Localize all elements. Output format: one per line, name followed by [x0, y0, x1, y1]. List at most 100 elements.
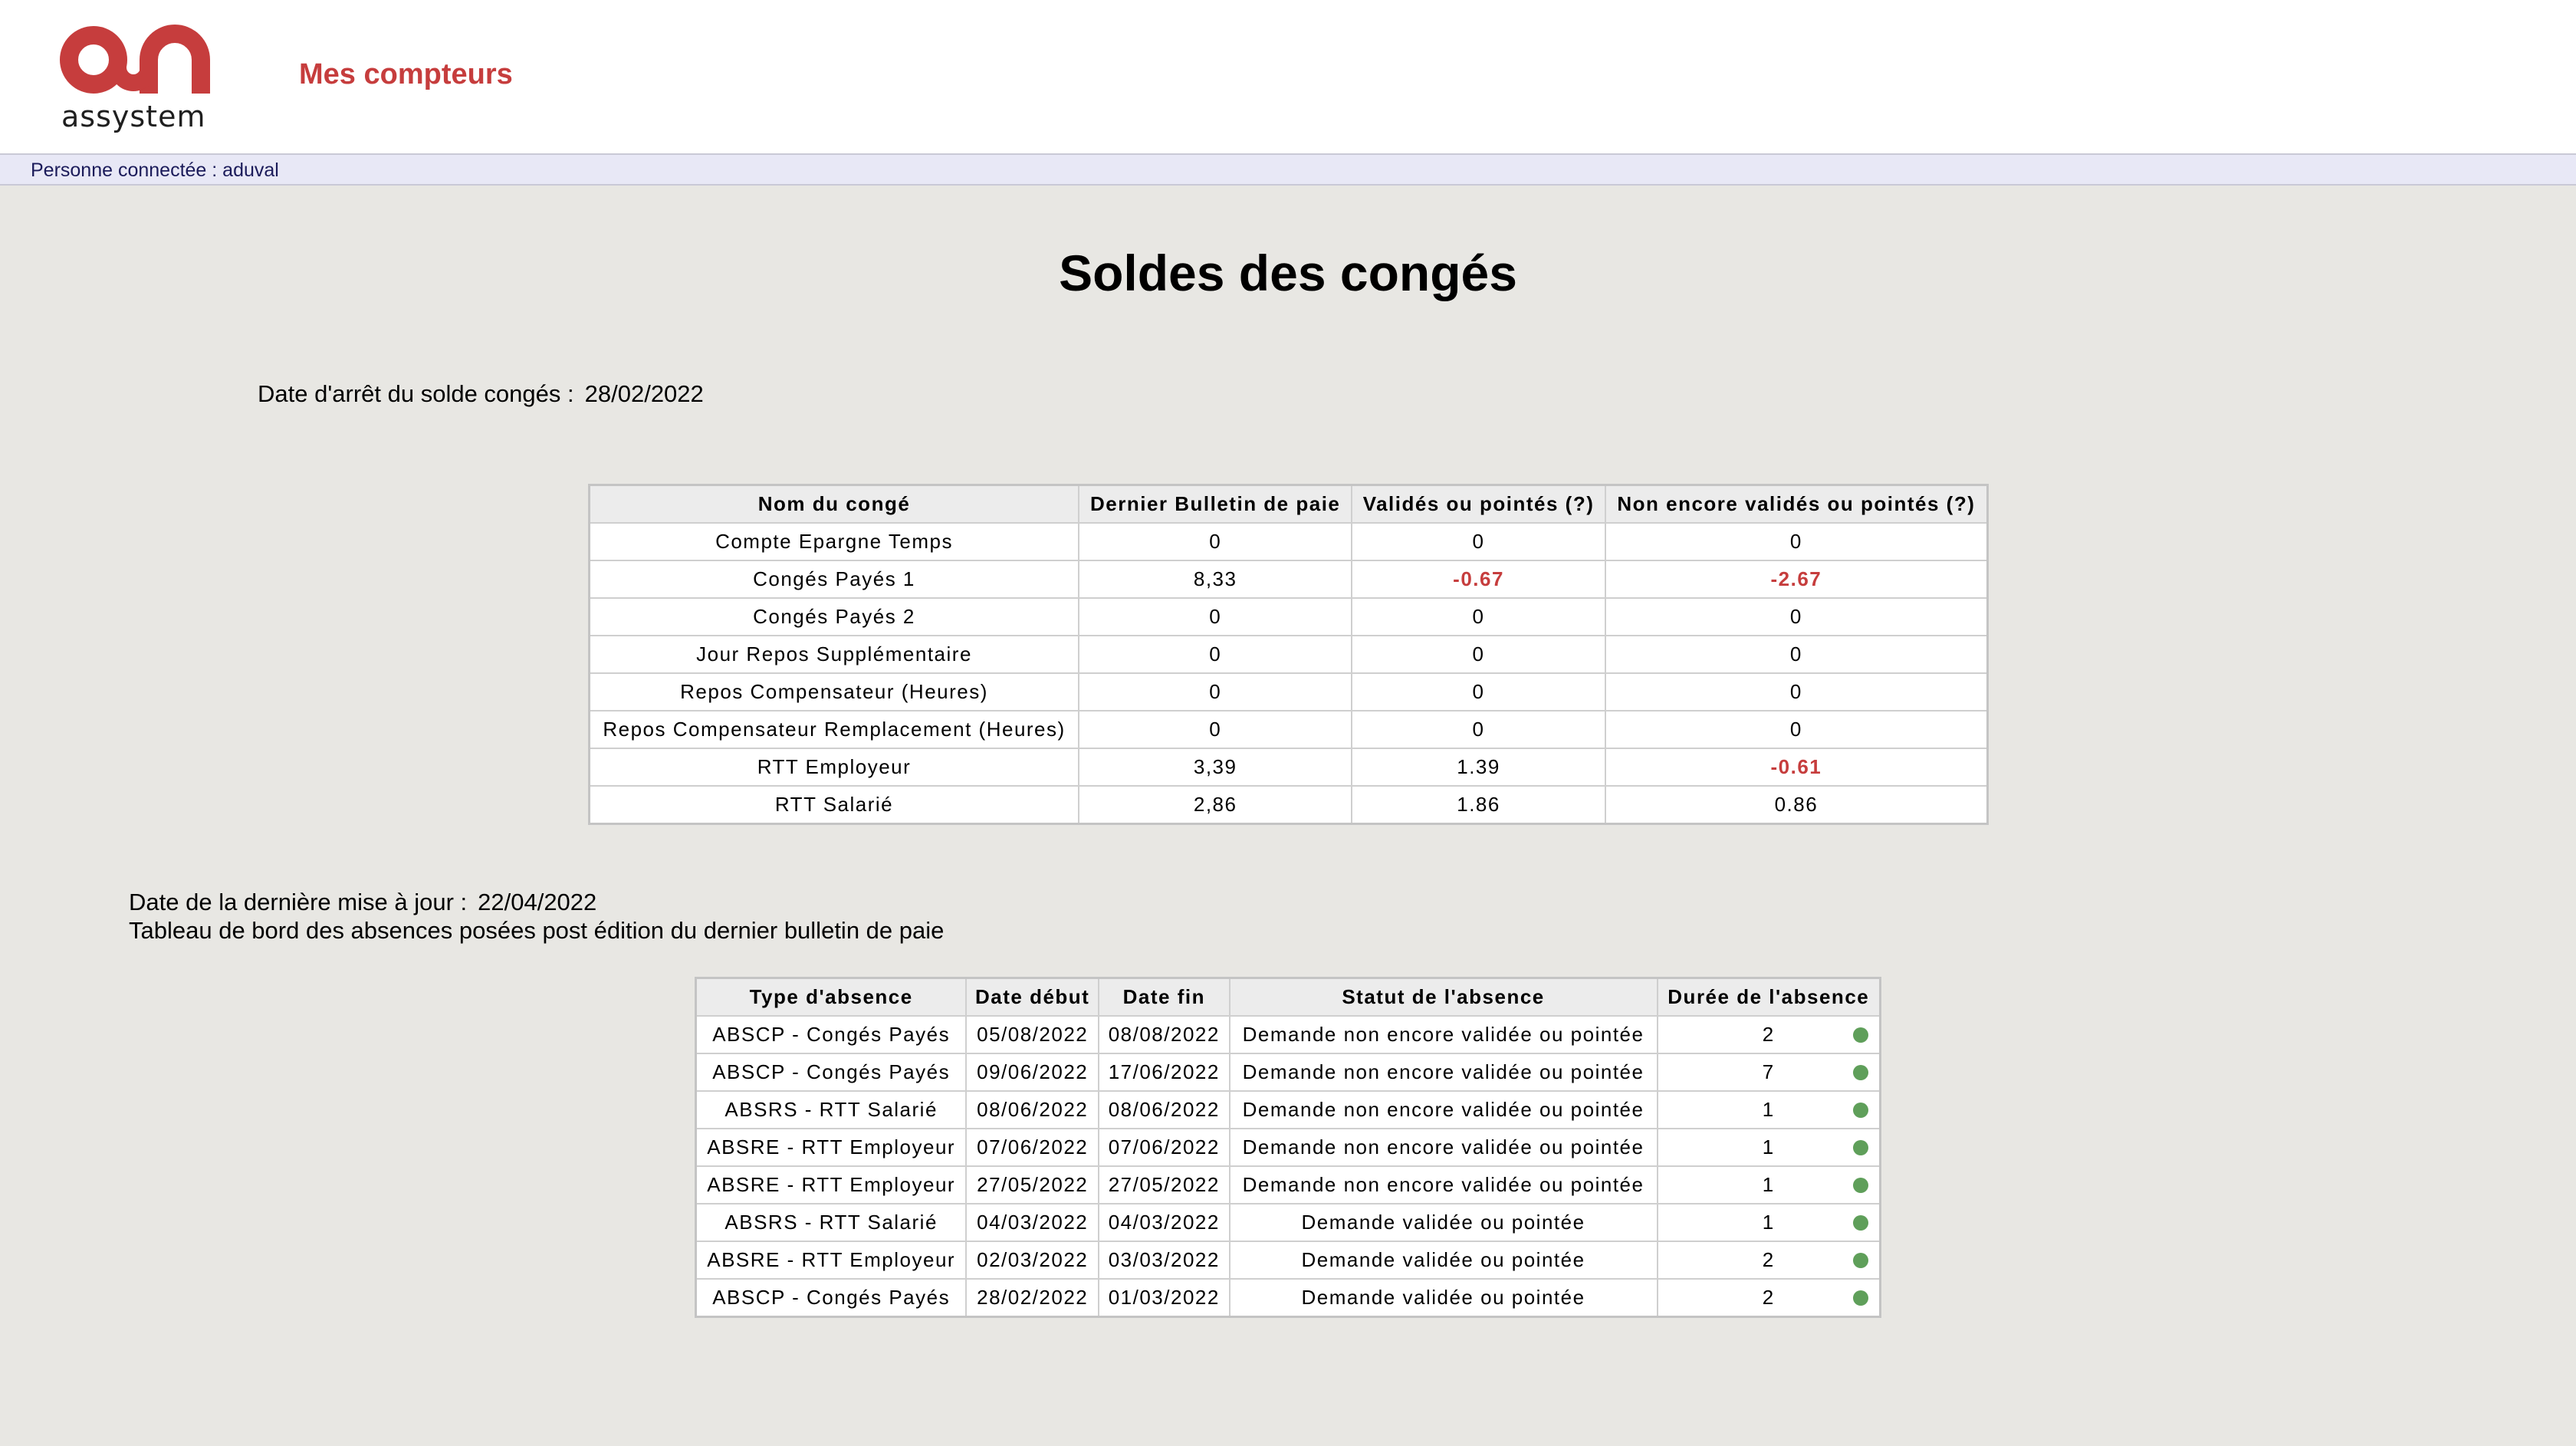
table-row: ABSRS - RTT Salarié 08/06/2022 08/06/2022 D…	[695, 1090, 1881, 1129]
logo-wordmark: assystem	[61, 100, 206, 133]
balance-value-cell: 0	[1604, 635, 1989, 674]
column-header: Date début	[965, 977, 1100, 1017]
table-row: Jour Repos Supplémentaire 0 0 0	[588, 635, 1989, 674]
status-dot-icon	[1853, 1214, 1868, 1231]
balance-value-cell: 0	[1078, 597, 1353, 636]
column-header: Statut de l'absence	[1228, 977, 1658, 1017]
status-dot-icon	[1853, 1252, 1868, 1268]
absences-table: Type d'absence Date début Date fin Statu…	[695, 977, 1881, 1318]
balance-value-cell: -2.67	[1604, 560, 1989, 599]
end-date-cell: 04/03/2022	[1098, 1203, 1230, 1242]
connected-user-label: Personne connectée : aduval	[31, 159, 279, 181]
duration-value: 1	[1762, 1173, 1775, 1196]
column-header: Dernier Bulletin de paie	[1078, 484, 1353, 524]
page-title: Soldes des congés	[1059, 245, 1517, 301]
column-header: Date fin	[1098, 977, 1230, 1017]
end-date-cell: 08/06/2022	[1098, 1090, 1230, 1129]
balance-value-cell: -0.61	[1604, 748, 1989, 787]
balance-value-cell: 0	[1351, 635, 1606, 674]
duration-cell: 2	[1656, 1278, 1881, 1318]
balance-stop-date: Date d'arrêt du solde congés : 28/02/2022	[258, 380, 704, 408]
duration-value: 2	[1762, 1248, 1775, 1271]
absence-type-cell: ABSRE - RTT Employeur	[695, 1128, 968, 1167]
start-date-cell: 08/06/2022	[965, 1090, 1100, 1129]
start-date-cell: 27/05/2022	[965, 1165, 1100, 1204]
balance-value-cell: 0	[1078, 522, 1353, 561]
absence-status-cell: Demande validée ou pointée	[1228, 1278, 1658, 1318]
balance-value-cell: 3,39	[1078, 748, 1353, 787]
end-date-cell: 07/06/2022	[1098, 1128, 1230, 1167]
absence-status-cell: Demande validée ou pointée	[1228, 1241, 1658, 1280]
table-row: Repos Compensateur (Heures) 0 0 0	[588, 672, 1989, 711]
balance-value-cell: 0	[1078, 635, 1353, 674]
balance-value-cell: 2,86	[1078, 785, 1353, 825]
start-date-cell: 09/06/2022	[965, 1053, 1100, 1092]
column-header[interactable]: Non encore validés ou pointés (?)	[1604, 484, 1989, 524]
start-date-cell: 28/02/2022	[965, 1278, 1100, 1318]
absence-status-cell: Demande non encore validée ou pointée	[1228, 1090, 1658, 1129]
absence-type-cell: ABSRE - RTT Employeur	[695, 1165, 968, 1204]
balance-value-cell: 0	[1351, 710, 1606, 749]
column-header: Type d'absence	[695, 977, 968, 1017]
table-row: Congés Payés 2000	[588, 597, 1989, 636]
column-header: Durée de l'absence	[1656, 977, 1881, 1017]
duration-value: 1	[1762, 1211, 1775, 1234]
end-date-cell: 17/06/2022	[1098, 1053, 1230, 1092]
stop-date-value: 28/02/2022	[584, 380, 704, 407]
duration-value: 7	[1762, 1060, 1775, 1083]
table-header-row: Nom du congé Dernier Bulletin de paie Va…	[588, 484, 1989, 524]
duration-value: 2	[1762, 1023, 1775, 1046]
absence-status-cell: Demande validée ou pointée	[1228, 1203, 1658, 1242]
balance-value-cell: 0	[1604, 597, 1989, 636]
end-date-cell: 03/03/2022	[1098, 1241, 1230, 1280]
assystem-logo[interactable]: assystem	[58, 20, 219, 135]
leave-type-cell: Jour Repos Supplémentaire	[588, 635, 1080, 674]
table-row: RTT Employeur 3,39 1.39 -0.61	[588, 748, 1989, 787]
leave-balances-table: Nom du congé Dernier Bulletin de paie Va…	[588, 484, 1989, 825]
connected-user-bar: Personne connectée : aduval	[0, 153, 2576, 186]
leave-type-cell: Compte Epargne Temps	[588, 522, 1080, 561]
duration-value: 1	[1762, 1098, 1775, 1121]
balance-value-cell: 0	[1604, 522, 1989, 561]
end-date-cell: 27/05/2022	[1098, 1165, 1230, 1204]
status-dot-icon	[1853, 1290, 1868, 1306]
absence-type-cell: ABSCP - Congés Payés	[695, 1278, 968, 1318]
column-header[interactable]: Validés ou pointés (?)	[1351, 484, 1606, 524]
update-date-value: 22/04/2022	[478, 889, 597, 915]
start-date-cell: 05/08/2022	[965, 1015, 1100, 1054]
duration-cell: 2	[1656, 1015, 1881, 1054]
leave-type-cell: Repos Compensateur (Heures)	[588, 672, 1080, 711]
duration-cell: 7	[1656, 1053, 1881, 1092]
absence-status-cell: Demande non encore validée ou pointée	[1228, 1165, 1658, 1204]
status-dot-icon	[1853, 1102, 1868, 1118]
leave-type-cell: RTT Salarié	[588, 785, 1080, 825]
duration-cell: 1	[1656, 1090, 1881, 1129]
leave-type-cell: Congés Payés 1	[588, 560, 1080, 599]
table-row: Repos Compensateur Remplacement (Heures)…	[588, 710, 1989, 749]
balance-value-cell: 0	[1351, 672, 1606, 711]
balance-value-cell: 0	[1351, 597, 1606, 636]
duration-value: 2	[1762, 1286, 1775, 1309]
start-date-cell: 07/06/2022	[965, 1128, 1100, 1167]
table-row: ABSRS - RTT Salarié 04/03/2022 04/03/2022 D…	[695, 1203, 1881, 1242]
balance-value-cell: 0	[1078, 672, 1353, 711]
balance-value-cell: -0.67	[1351, 560, 1606, 599]
last-update-date: Date de la dernière mise à jour : 22/04/2…	[129, 889, 596, 916]
balance-value-cell: 0	[1078, 710, 1353, 749]
table-row: Congés Payés 1 8,33 -0.67 -2.67	[588, 560, 1989, 599]
table-row: ABSCP - Congés Payés 05/08/2022 08/08/2022…	[695, 1015, 1881, 1054]
leave-type-cell: RTT Employeur	[588, 748, 1080, 787]
start-date-cell: 04/03/2022	[965, 1203, 1100, 1242]
balance-value-cell: 0	[1604, 672, 1989, 711]
status-dot-icon	[1853, 1027, 1868, 1043]
app-header: assystem Mes compteurs	[0, 0, 2576, 153]
absence-status-cell: Demande non encore validée ou pointée	[1228, 1015, 1658, 1054]
absence-status-cell: Demande non encore validée ou pointée	[1228, 1053, 1658, 1092]
absence-type-cell: ABSRE - RTT Employeur	[695, 1241, 968, 1280]
leave-type-cell: Congés Payés 2	[588, 597, 1080, 636]
duration-value: 1	[1762, 1135, 1775, 1158]
table-header-row: Type d'absence Date début Date fin Statu…	[695, 977, 1881, 1017]
absences-dashboard-caption: Tableau de bord des absences posées post…	[129, 917, 945, 944]
status-dot-icon	[1853, 1064, 1868, 1080]
balance-value-cell: 8,33	[1078, 560, 1353, 599]
